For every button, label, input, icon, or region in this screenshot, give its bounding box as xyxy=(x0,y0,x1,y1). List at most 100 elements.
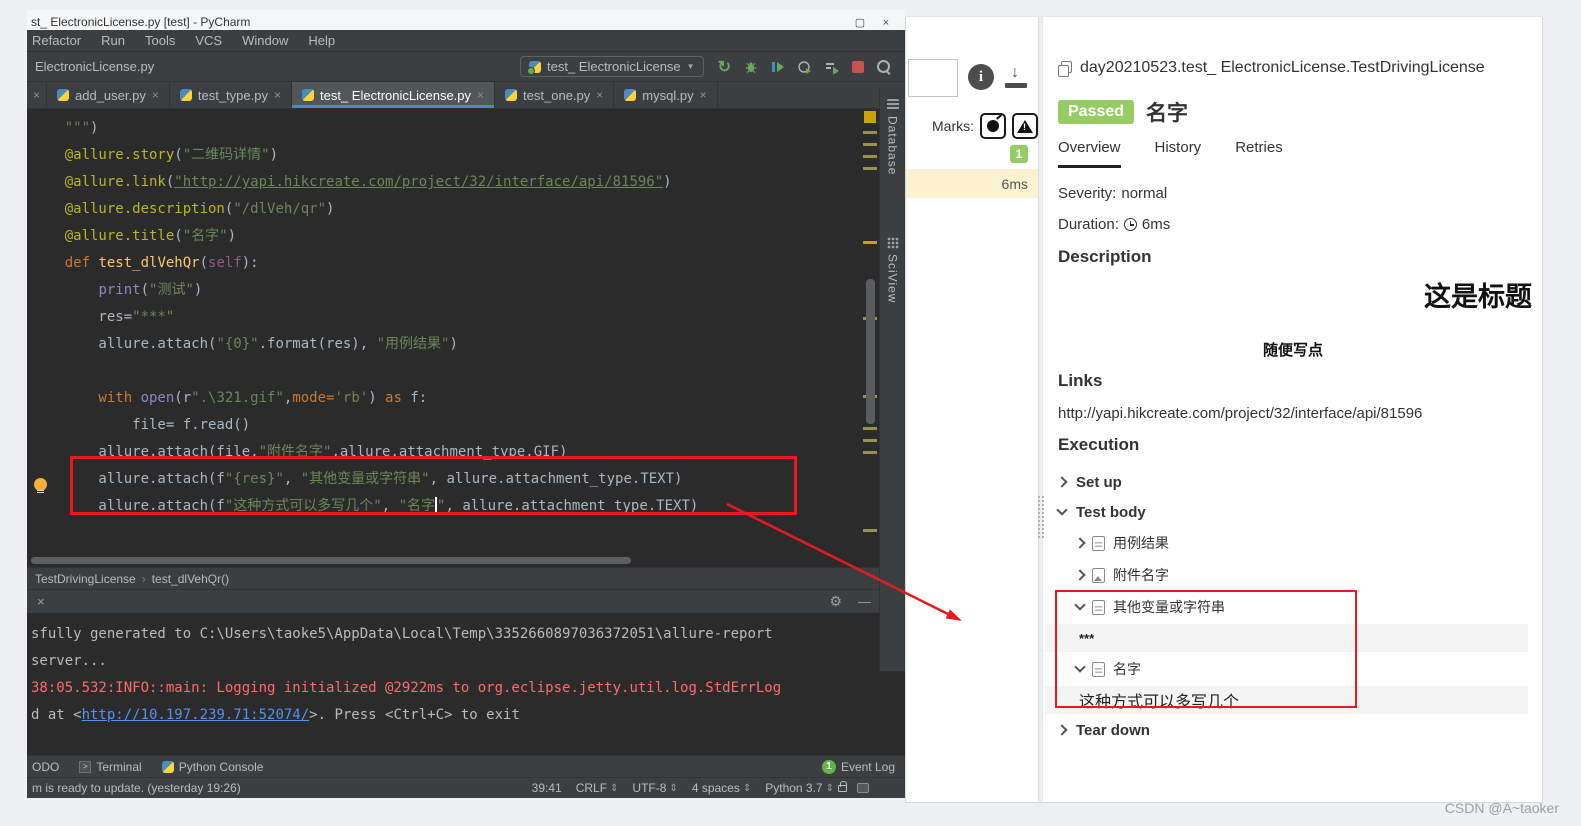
python-file-icon xyxy=(57,89,70,101)
tree-group-set-up[interactable]: Set up xyxy=(1056,467,1528,497)
editor-tab[interactable]: mysql.py × xyxy=(614,82,718,108)
tab-retries[interactable]: Retries xyxy=(1235,139,1283,168)
menu-item-window[interactable]: Window xyxy=(242,33,288,48)
tool-window-button-python-console[interactable]: Python Console xyxy=(161,760,263,774)
updown-icon: ⇕ xyxy=(669,782,678,794)
tree-attachment[interactable]: 附件名字 xyxy=(1058,559,1528,591)
chevron-right-icon xyxy=(1056,724,1068,736)
tab-close-icon[interactable]: × xyxy=(33,88,40,102)
copy-icon[interactable] xyxy=(1058,61,1072,77)
code-line: allure.attach(f"{res}", "其他变量或字符串", allu… xyxy=(31,471,683,487)
event-log-button[interactable]: 1 Event Log xyxy=(821,759,895,774)
warning-mark-toggle[interactable] xyxy=(1012,113,1038,139)
menu-bar: Refactor Run Tools VCS Window Help xyxy=(27,30,905,52)
run-dashboard-icon[interactable] xyxy=(825,60,839,74)
title-bar: st_ ElectronicLicense.py [test] - PyChar… xyxy=(27,10,905,30)
text-attachment-icon xyxy=(1092,535,1105,551)
maximize-button[interactable]: ▢ xyxy=(847,16,873,29)
attachment-content: 这种方式可以多写几个 xyxy=(1045,686,1528,714)
execution-tree: Set up Test body 用例结果 附件名字 其他变量或字符串 *** 名字 这种方式… xyxy=(1045,467,1528,745)
horizontal-scrollbar[interactable] xyxy=(31,557,631,564)
debug-icon[interactable] xyxy=(744,60,758,74)
tab-close-icon[interactable]: × xyxy=(700,88,707,102)
stop-icon[interactable] xyxy=(852,60,864,73)
download-icon[interactable]: ↓ xyxy=(1004,64,1028,90)
code-editor[interactable]: """) @allure.story("二维码详情") @allure.link… xyxy=(27,109,905,567)
status-widget[interactable]: UTF-8 ⇕ xyxy=(632,781,677,795)
info-icon[interactable]: i xyxy=(968,64,994,90)
screen-reader-icon[interactable] xyxy=(857,783,869,793)
attachment-label: 附件名字 xyxy=(1113,567,1169,583)
console-line: server... xyxy=(31,653,107,669)
close-button[interactable]: × xyxy=(873,17,899,29)
tab-close-icon[interactable]: × xyxy=(274,88,281,102)
lock-icon[interactable] xyxy=(838,780,847,792)
test-fullname: day20210523.test_ ElectronicLicense.Test… xyxy=(1080,59,1485,76)
duration-row: Duration: 6ms xyxy=(1058,216,1170,233)
code-line: allure.attach(file,"附件名字",allure.attachm… xyxy=(31,444,568,460)
editor-tab[interactable]: test_one.py × xyxy=(495,82,615,108)
run-icon[interactable]: ↻ xyxy=(718,57,731,77)
menu-item-tools[interactable]: Tools xyxy=(145,33,175,48)
breadcrumb-method[interactable]: test_dlVehQr() xyxy=(152,572,229,586)
status-widget[interactable]: 4 spaces ⇕ xyxy=(692,781,751,795)
tab-close-icon[interactable]: × xyxy=(596,88,603,102)
sciview-label: SciView xyxy=(885,254,900,304)
editor-tab[interactable]: × xyxy=(27,82,48,108)
run-configuration-select[interactable]: test_ ElectronicLicense ▼ xyxy=(519,56,704,77)
editor-tab[interactable]: add_user.py × xyxy=(47,82,170,108)
page: { "icons": { "close": "×", "dropdown": "… xyxy=(0,0,1581,826)
run-console[interactable]: sfully generated to C:\Users\taoke5\AppD… xyxy=(27,613,905,755)
flaky-mark-toggle[interactable] xyxy=(980,113,1006,139)
main-toolbar: ElectronicLicense.py test_ ElectronicLic… xyxy=(27,52,905,82)
status-widget[interactable]: CRLF ⇕ xyxy=(576,781,619,795)
toolbar-actions: ↻ xyxy=(718,57,891,77)
console-settings-gear-icon[interactable]: ⚙ xyxy=(829,593,842,610)
editor-tab[interactable]: test_ ElectronicLicense.py × xyxy=(292,82,496,108)
tool-window-button-odo[interactable]: ODO xyxy=(32,760,59,774)
tree-attachment[interactable]: 其他变量或字符串 xyxy=(1058,591,1528,623)
editor-scroll-marks[interactable] xyxy=(859,109,879,567)
sidebar-item-sciview[interactable]: SciView xyxy=(885,237,900,304)
menu-item-help[interactable]: Help xyxy=(308,33,335,48)
run-with-coverage-icon[interactable] xyxy=(771,60,785,74)
image-attachment-icon xyxy=(1092,567,1105,583)
tab-close-icon[interactable]: × xyxy=(152,88,159,102)
tab-history[interactable]: History xyxy=(1155,139,1202,168)
tab-close-icon[interactable]: × xyxy=(477,88,484,102)
tree-group-tear-down[interactable]: Tear down xyxy=(1056,715,1528,745)
profiler-icon[interactable] xyxy=(798,60,812,74)
sidebar-item-database[interactable]: Database xyxy=(886,99,900,175)
passed-count-badge[interactable]: 1 xyxy=(1010,145,1028,163)
python-console-icon xyxy=(161,760,174,773)
menu-item-run[interactable]: Run xyxy=(101,33,125,48)
search-input[interactable] xyxy=(908,59,958,97)
vertical-scrollbar[interactable] xyxy=(866,279,875,424)
tool-window-buttons: ODO > Terminal Python Console xyxy=(32,760,263,774)
editor-tab[interactable]: test_type.py × xyxy=(170,82,292,108)
code-line: res="***" xyxy=(31,309,175,325)
menu-item-refactor[interactable]: Refactor xyxy=(32,33,81,48)
tree-group-test-body[interactable]: Test body xyxy=(1056,497,1528,527)
status-widget-label: CRLF xyxy=(575,781,608,795)
breadcrumb-class[interactable]: TestDrivingLicense xyxy=(35,572,136,586)
status-widget[interactable]: Python 3.7 ⇕ xyxy=(765,781,834,795)
intention-lightbulb-icon[interactable] xyxy=(34,478,47,494)
selected-test-row[interactable]: 6ms xyxy=(906,169,1038,198)
status-widget[interactable]: 39:41 xyxy=(532,781,562,795)
tree-attachment[interactable]: 用例结果 xyxy=(1058,527,1528,559)
status-widget-label: 39:41 xyxy=(531,781,562,795)
search-everywhere-icon[interactable] xyxy=(877,59,891,74)
console-minimize-icon[interactable]: — xyxy=(858,594,871,609)
tab-overview[interactable]: Overview xyxy=(1058,139,1121,168)
test-title: 名字 xyxy=(1146,102,1189,125)
run-tab-close-icon[interactable]: × xyxy=(37,594,45,609)
menu-item-vcs[interactable]: VCS xyxy=(195,33,222,48)
description-subtitle: 随便写点 xyxy=(1262,342,1323,359)
tree-attachment[interactable]: 名字 xyxy=(1058,653,1528,685)
status-widget-label: UTF-8 xyxy=(632,781,667,795)
issue-link[interactable]: http://yapi.hikcreate.com/project/32/int… xyxy=(1058,405,1422,422)
severity-value: normal xyxy=(1121,185,1168,202)
tool-window-button-terminal[interactable]: > Terminal xyxy=(79,760,142,774)
tool-window-bar: ODO > Terminal Python Console 1 Event Log xyxy=(27,755,905,777)
